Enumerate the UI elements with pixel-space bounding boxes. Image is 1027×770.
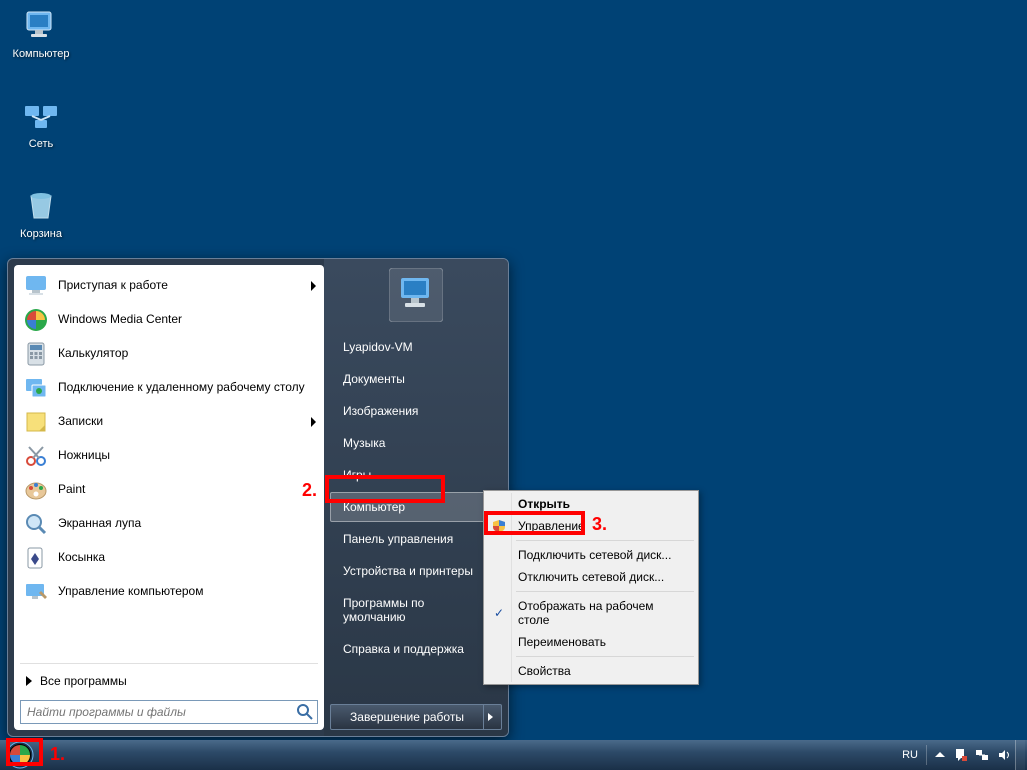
- sm-item-label: Подключение к удаленному рабочему столу: [58, 381, 305, 395]
- sr-item-control-panel[interactable]: Панель управления: [330, 524, 502, 554]
- sm-item-label: Записки: [58, 415, 103, 429]
- sr-item-help-support[interactable]: Справка и поддержка: [330, 634, 502, 664]
- start-button[interactable]: [0, 740, 40, 770]
- desktop-icon-label: Корзина: [6, 228, 76, 240]
- scissors-icon: [22, 442, 50, 470]
- tray-show-hidden-icon[interactable]: [931, 740, 949, 770]
- start-menu-left-panel: Приступая к работе Windows Media Center …: [14, 265, 324, 730]
- shutdown-control: Завершение работы: [330, 704, 502, 730]
- computer-icon: [21, 6, 61, 46]
- sr-item-pictures[interactable]: Изображения: [330, 396, 502, 426]
- sr-item-music[interactable]: Музыка: [330, 428, 502, 458]
- start-menu: Приступая к работе Windows Media Center …: [7, 258, 509, 737]
- sr-item-documents[interactable]: Документы: [330, 364, 502, 394]
- sm-item-snipping-tool[interactable]: Ножницы: [14, 439, 324, 473]
- sr-item-username[interactable]: Lyapidov-VM: [330, 332, 502, 362]
- sm-item-label: Windows Media Center: [58, 313, 182, 327]
- search-icon[interactable]: [296, 703, 314, 721]
- tray-language[interactable]: RU: [898, 740, 922, 770]
- cm-item-map-drive[interactable]: Подключить сетевой диск...: [486, 544, 696, 566]
- tray-network-icon[interactable]: [971, 740, 993, 770]
- computer-management-icon: [22, 578, 50, 606]
- sm-item-label: Paint: [58, 483, 85, 497]
- taskbar: RU: [0, 740, 1027, 770]
- desktop-icon-recycle-bin[interactable]: Корзина: [6, 186, 76, 240]
- shutdown-options-button[interactable]: [484, 704, 502, 730]
- desktop-icon-label: Сеть: [6, 138, 76, 150]
- sm-all-programs-label: Все программы: [40, 674, 127, 688]
- cm-item-open[interactable]: Открыть: [486, 493, 696, 515]
- sr-item-games[interactable]: Игры: [330, 460, 502, 490]
- start-menu-programs-list: Приступая к работе Windows Media Center …: [14, 265, 324, 661]
- getting-started-icon: [22, 272, 50, 300]
- check-icon: ✓: [494, 606, 504, 620]
- cm-item-show-on-desktop[interactable]: ✓ Отображать на рабочем столе: [486, 595, 696, 631]
- shutdown-button[interactable]: Завершение работы: [330, 704, 484, 730]
- chevron-right-icon: [488, 713, 497, 721]
- show-desktop-button[interactable]: [1015, 740, 1025, 770]
- solitaire-icon: [22, 544, 50, 572]
- desktop-icon-label: Компьютер: [6, 48, 76, 60]
- sm-item-sticky-notes[interactable]: Записки: [14, 405, 324, 439]
- separator: [516, 591, 694, 592]
- search-input[interactable]: [20, 700, 318, 724]
- magnifier-icon: [22, 510, 50, 538]
- sticky-notes-icon: [22, 408, 50, 436]
- chevron-right-icon: [311, 281, 316, 291]
- sr-item-computer[interactable]: Компьютер: [330, 492, 502, 522]
- shield-icon: [492, 519, 506, 533]
- cm-item-properties[interactable]: Свойства: [486, 660, 696, 682]
- sm-item-media-center[interactable]: Windows Media Center: [14, 303, 324, 337]
- sr-item-devices-printers[interactable]: Устройства и принтеры: [330, 556, 502, 586]
- sm-item-label: Приступая к работе: [58, 279, 168, 293]
- remote-desktop-icon: [22, 374, 50, 402]
- sm-item-computer-management[interactable]: Управление компьютером: [14, 575, 324, 609]
- sm-item-paint[interactable]: Paint: [14, 473, 324, 507]
- network-icon: [21, 96, 61, 136]
- sm-item-label: Калькулятор: [58, 347, 128, 361]
- tray-action-center-icon[interactable]: [949, 740, 971, 770]
- media-center-icon: [22, 306, 50, 334]
- sm-search-box: [20, 700, 318, 724]
- sm-item-label: Экранная лупа: [58, 517, 141, 531]
- calculator-icon: [22, 340, 50, 368]
- chevron-right-icon: [311, 417, 316, 427]
- sr-item-default-programs[interactable]: Программы по умолчанию: [330, 588, 502, 632]
- separator: [926, 745, 927, 765]
- sm-item-label: Управление компьютером: [58, 585, 203, 599]
- paint-icon: [22, 476, 50, 504]
- chevron-right-icon: [26, 676, 32, 686]
- cm-item-disconnect-drive[interactable]: Отключить сетевой диск...: [486, 566, 696, 588]
- desktop-icon-computer[interactable]: Компьютер: [6, 6, 76, 60]
- separator: [20, 663, 318, 664]
- desktop-icon-network[interactable]: Сеть: [6, 96, 76, 150]
- user-picture[interactable]: [386, 265, 446, 325]
- sm-item-calculator[interactable]: Калькулятор: [14, 337, 324, 371]
- separator: [516, 656, 694, 657]
- separator: [516, 540, 694, 541]
- tray-volume-icon[interactable]: [993, 740, 1015, 770]
- cm-item-rename[interactable]: Переименовать: [486, 631, 696, 653]
- sm-item-getting-started[interactable]: Приступая к работе: [14, 269, 324, 303]
- cm-item-manage[interactable]: Управление: [486, 515, 696, 537]
- start-menu-right-panel: Lyapidov-VM Документы Изображения Музыка…: [324, 259, 508, 736]
- context-menu: Открыть Управление Подключить сетевой ди…: [483, 490, 699, 685]
- system-tray: RU: [898, 740, 1027, 770]
- sm-item-label: Косынка: [58, 551, 105, 565]
- sm-item-remote-desktop[interactable]: Подключение к удаленному рабочему столу: [14, 371, 324, 405]
- sm-item-magnifier[interactable]: Экранная лупа: [14, 507, 324, 541]
- sm-all-programs[interactable]: Все программы: [14, 666, 324, 696]
- recycle-bin-icon: [21, 186, 61, 226]
- sm-item-label: Ножницы: [58, 449, 110, 463]
- sm-item-solitaire[interactable]: Косынка: [14, 541, 324, 575]
